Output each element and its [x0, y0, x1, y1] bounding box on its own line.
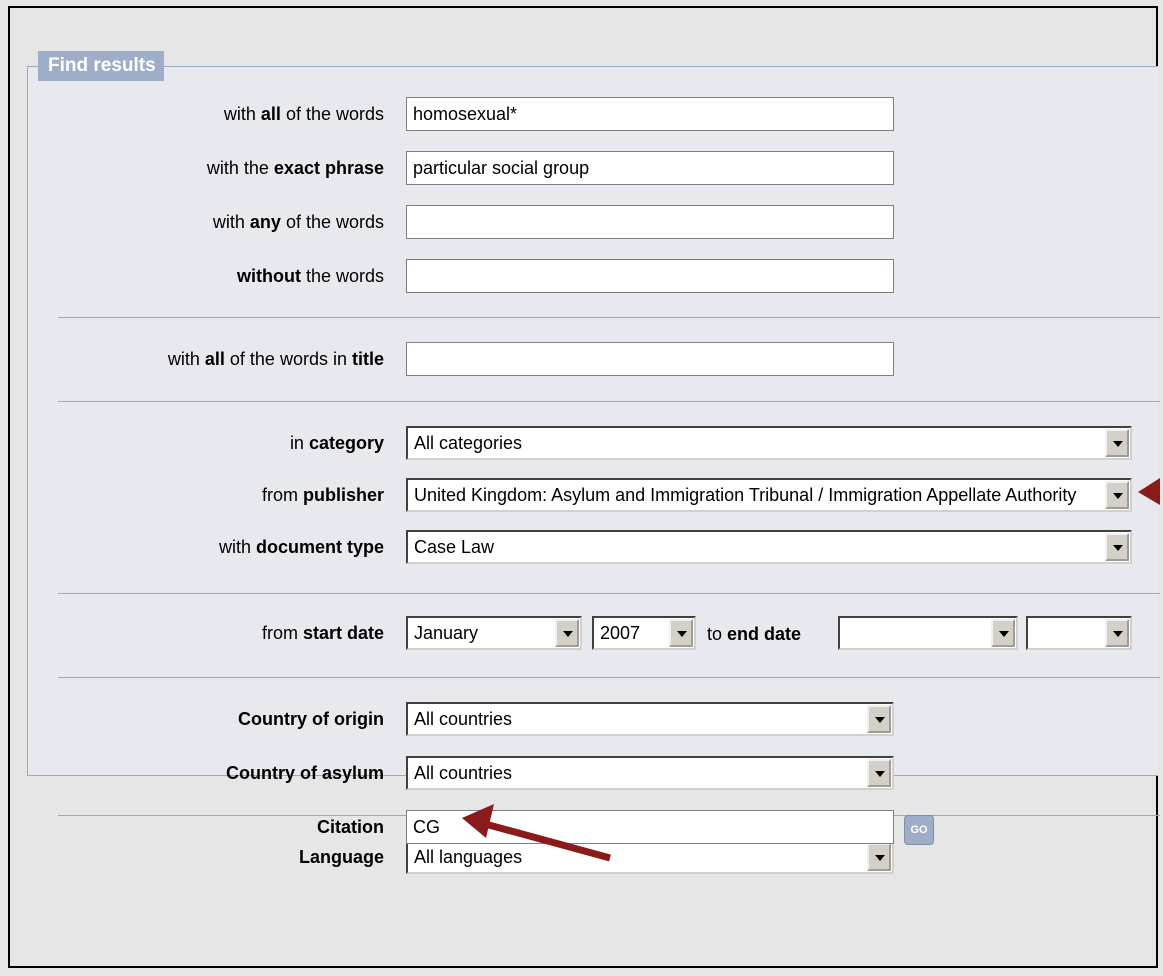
arrow-icon — [462, 804, 611, 862]
arrow-icon — [1138, 478, 1160, 505]
annotation-arrows — [462, 478, 1160, 862]
